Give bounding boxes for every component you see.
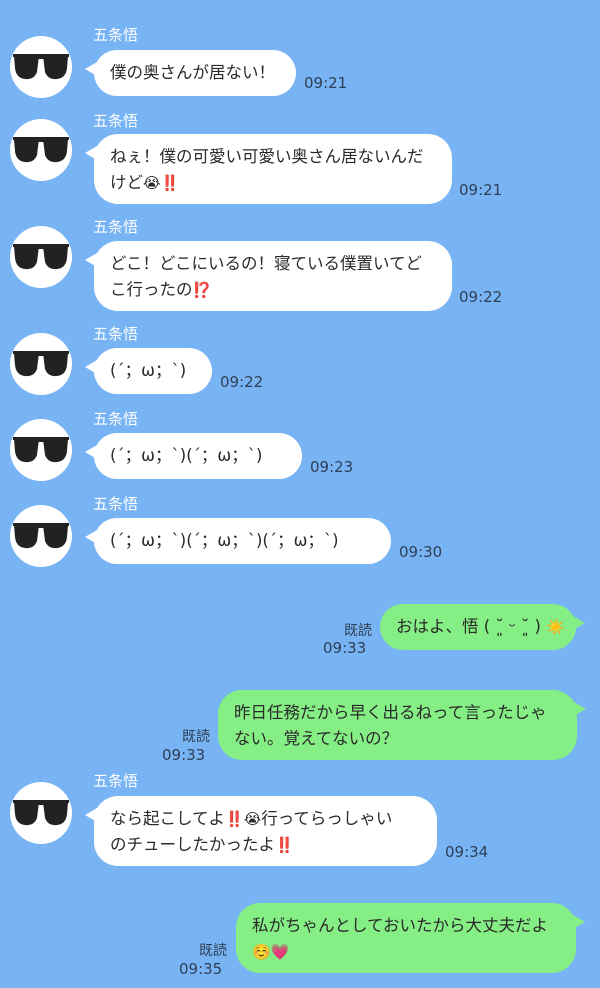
sunglasses-icon: [13, 137, 69, 163]
sender-name: 五条悟: [93, 112, 139, 130]
bubble-tail: [85, 360, 97, 374]
message-text: なら起こしてよ: [110, 809, 226, 828]
message-bubble[interactable]: ねぇ！僕の可愛い可愛い奥さん居ないんだ けど😭‼️: [85, 134, 452, 204]
smiling-face-icon: ☺️: [252, 943, 271, 961]
message-text: どこ！どこにいるの！寝ている僕置いてど: [110, 254, 423, 273]
message-time: 09:21: [459, 181, 503, 199]
message-text: おはよ、悟 ( ˘͈ ᵕ ˘͈ ): [396, 617, 541, 636]
message-time: 09:23: [310, 458, 354, 476]
message-bubble[interactable]: 僕の奥さんが居ない！: [85, 50, 296, 96]
crying-face-icon: 😭: [243, 810, 262, 828]
message-time: 09:33: [323, 639, 367, 657]
message-bubble[interactable]: なら起こしてよ‼️😭行ってらっしゃい のチューしたかったよ‼️: [85, 796, 437, 866]
contact-avatar[interactable]: [10, 782, 72, 844]
sunglasses-icon: [13, 244, 69, 270]
bubble-tail: [574, 702, 586, 716]
read-receipt: 既読: [344, 623, 372, 639]
bubble-tail: [85, 530, 97, 544]
message-time: 09:22: [220, 373, 264, 391]
heart-icon: 💗: [270, 943, 290, 961]
message-bubble[interactable]: (´；ω；`)(´；ω；`)(´；ω；`): [85, 518, 391, 564]
message-time: 09:21: [304, 74, 348, 92]
message-time: 09:30: [399, 543, 443, 561]
bubble-tail: [573, 915, 585, 929]
message-bubble[interactable]: (´；ω；`): [85, 348, 212, 394]
double-exclamation-icon: ‼️: [225, 810, 244, 828]
message-bubble[interactable]: どこ！どこにいるの！寝ている僕置いてど こ行ったの⁉️: [85, 241, 452, 311]
sunglasses-icon: [13, 54, 69, 80]
sunglasses-icon: [13, 351, 69, 377]
contact-avatar[interactable]: [10, 505, 72, 567]
message-time: 09:22: [459, 288, 503, 306]
sun-icon: ☀️: [546, 618, 565, 636]
message-text: ねぇ！僕の可愛い可愛い奥さん居ないんだ: [110, 147, 424, 166]
sender-name: 五条悟: [93, 772, 139, 790]
message-text: けど: [110, 173, 143, 192]
message-text: (´；ω；`)(´；ω；`)(´；ω；`): [110, 531, 339, 550]
read-receipt: 既読: [199, 943, 227, 959]
message-bubble[interactable]: おはよ、悟 ( ˘͈ ᵕ ˘͈ ) ☀️: [380, 604, 585, 650]
message-bubble[interactable]: 昨日任務だから早く出るねって言ったじゃ ない。覚えてないの？: [218, 690, 586, 760]
sender-name: 五条悟: [93, 218, 139, 236]
crying-face-icon: 😭: [143, 174, 161, 192]
message-time: 09:33: [162, 746, 206, 764]
message-text: 行ってらっしゃい: [261, 809, 393, 828]
sunglasses-icon: [13, 523, 69, 549]
bubble-tail: [85, 146, 97, 160]
bubble-tail: [85, 808, 97, 822]
contact-avatar[interactable]: [10, 36, 72, 98]
sunglasses-icon: [13, 800, 69, 826]
message-text: ない。覚えてないの？: [234, 729, 399, 748]
message-text: (´；ω；`)(´；ω；`): [110, 446, 263, 465]
sender-name: 五条悟: [93, 410, 139, 428]
message-time: 09:34: [445, 843, 489, 861]
contact-avatar[interactable]: [10, 333, 72, 395]
message-time: 09:35: [179, 960, 223, 978]
message-text: のチューしたかったよ: [110, 835, 275, 854]
message-text: 私がちゃんとしておいたから大丈夫だよ: [252, 916, 549, 935]
message-bubble[interactable]: (´；ω；`)(´；ω；`): [85, 433, 302, 479]
message-text: 僕の奥さんが居ない！: [110, 63, 275, 82]
sender-name: 五条悟: [93, 325, 139, 343]
message-text: こ行ったの: [110, 280, 193, 299]
bubble-tail: [573, 616, 585, 630]
sender-name: 五条悟: [93, 26, 139, 44]
read-receipt: 既読: [182, 729, 210, 745]
message-text: 昨日任務だから早く出るねって言ったじゃ: [234, 703, 547, 722]
chat-view: 五条悟 僕の奥さんが居ない！ 09:21 五条悟 ねぇ！僕の可愛い可愛い奥さん居…: [0, 0, 600, 988]
double-exclamation-icon: ‼️: [160, 174, 180, 192]
bubble-tail: [85, 62, 97, 76]
exclamation-question-icon: ⁉️: [192, 281, 212, 299]
sunglasses-icon: [13, 437, 69, 463]
sender-name: 五条悟: [93, 495, 139, 513]
message-bubble[interactable]: 私がちゃんとしておいたから大丈夫だよ ☺️💗: [236, 903, 585, 973]
double-exclamation-icon: ‼️: [275, 836, 294, 854]
bubble-tail: [85, 445, 97, 459]
bubble-tail: [85, 253, 97, 267]
contact-avatar[interactable]: [10, 226, 72, 288]
contact-avatar[interactable]: [10, 119, 72, 181]
contact-avatar[interactable]: [10, 419, 72, 481]
message-text: (´；ω；`): [110, 361, 187, 380]
